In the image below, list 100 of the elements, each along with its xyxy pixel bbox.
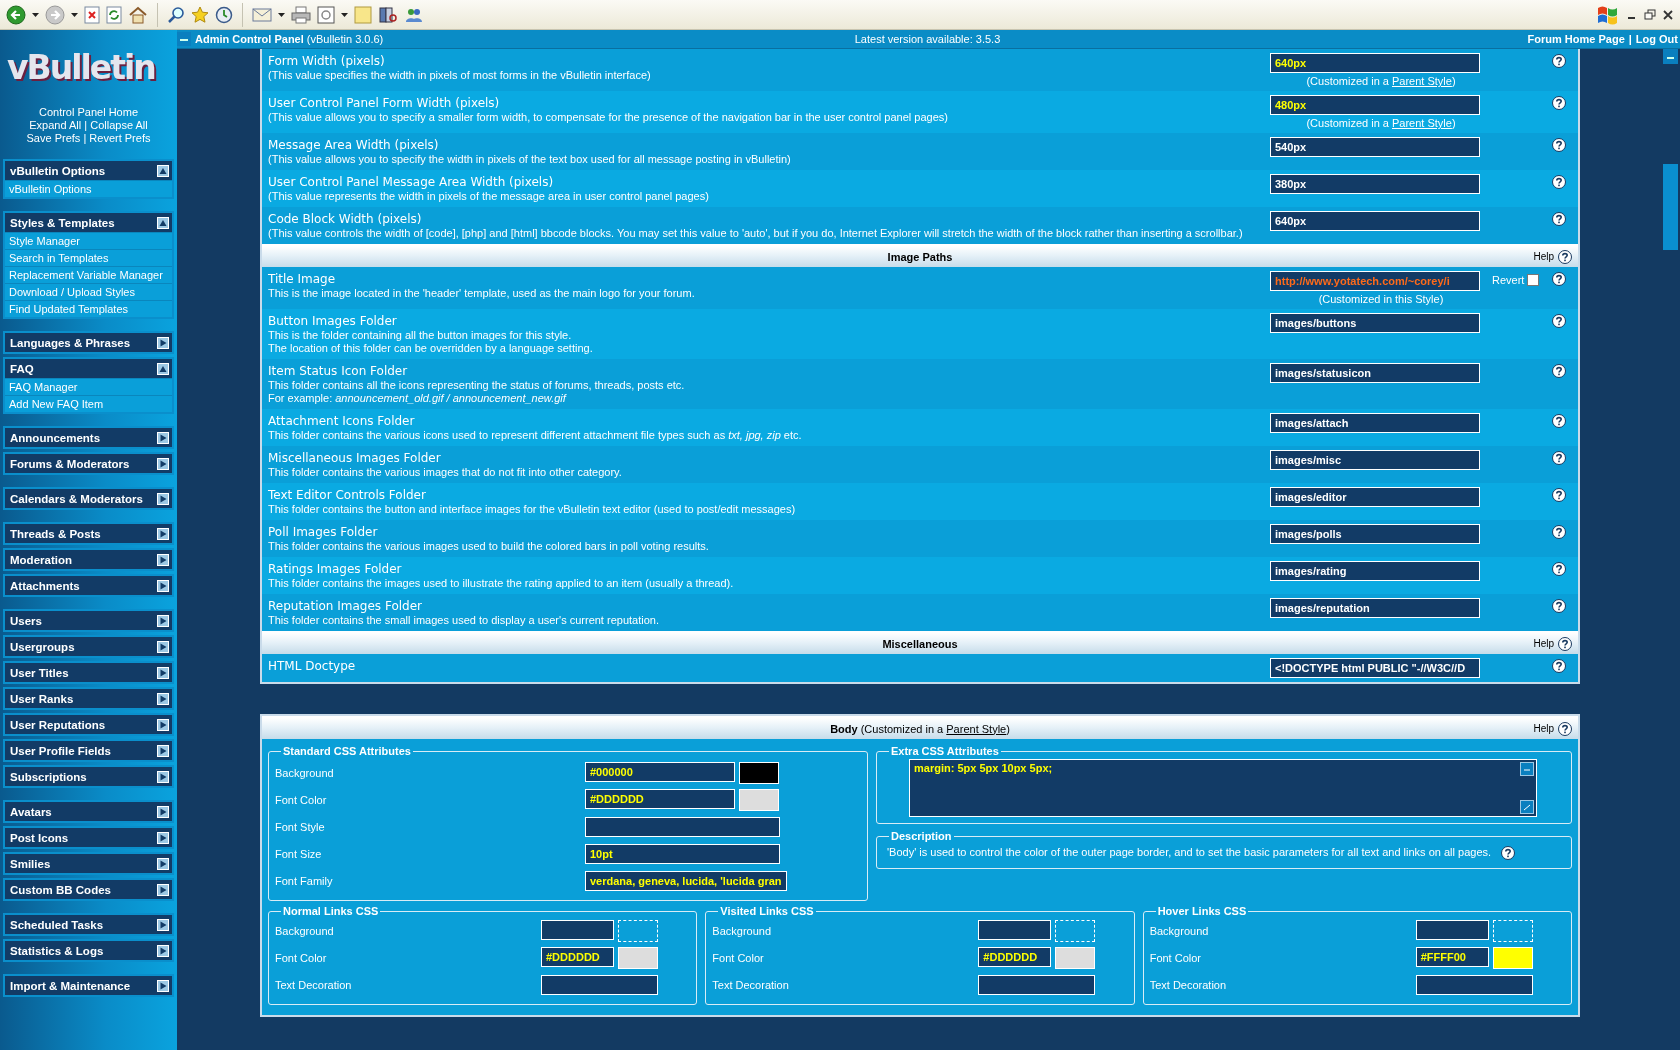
help-icon[interactable] <box>1552 96 1566 110</box>
sidebar-link[interactable]: Expand All <box>29 119 82 131</box>
input-field[interactable]: 380px <box>1270 174 1480 194</box>
scroll-up-icon[interactable] <box>1662 49 1678 64</box>
expand-arrow-icon[interactable] <box>157 692 169 705</box>
expand-arrow-icon[interactable] <box>157 640 169 653</box>
sidebar-group-header[interactable]: User Titles <box>5 663 172 682</box>
printer-icon[interactable] <box>291 5 311 24</box>
collapse-arrow-icon[interactable] <box>157 362 169 375</box>
sidebar-group-header[interactable]: Users <box>5 611 172 630</box>
collapse-arrow-icon[interactable] <box>157 164 169 177</box>
sidebar-group-header[interactable]: FAQ <box>5 359 172 378</box>
sidebar-group-header[interactable]: Usergroups <box>5 637 172 656</box>
input-field[interactable]: #DDDDDD <box>541 946 614 967</box>
parent-style-link[interactable]: Parent Style <box>946 722 1007 735</box>
expand-arrow-icon[interactable] <box>157 918 169 931</box>
close-icon[interactable] <box>1662 8 1674 21</box>
sidebar-group-header[interactable]: Subscriptions <box>5 767 172 786</box>
help-link[interactable]: Help <box>1533 638 1554 649</box>
input-field[interactable]: 540px <box>1270 137 1480 157</box>
expand-arrow-icon[interactable] <box>157 492 169 505</box>
sidebar-group-header[interactable]: Statistics & Logs <box>5 941 172 960</box>
sidebar-group-header[interactable]: Import & Maintenance <box>5 976 172 995</box>
scrollbar-thumb[interactable] <box>1662 164 1678 250</box>
color-swatch[interactable] <box>1055 919 1096 942</box>
input-field[interactable]: images/buttons <box>1270 313 1480 333</box>
book-icon[interactable] <box>378 5 398 24</box>
sidebar-group-header[interactable]: Styles & Templates <box>5 213 172 232</box>
input-field[interactable]: images/statusicon <box>1270 363 1480 383</box>
help-icon[interactable] <box>1552 451 1566 465</box>
input-field[interactable]: <!DOCTYPE html PUBLIC "-//W3C//D <box>1270 658 1480 678</box>
help-icon[interactable] <box>1552 525 1566 539</box>
home-icon[interactable] <box>128 5 148 24</box>
scrollbar[interactable] <box>1660 49 1680 1050</box>
sidebar-group-header[interactable]: Scheduled Tasks <box>5 915 172 934</box>
sidebar-group-header[interactable]: Forums & Moderators <box>5 454 172 473</box>
expand-arrow-icon[interactable] <box>157 718 169 731</box>
search-icon[interactable] <box>167 5 185 24</box>
expand-arrow-icon[interactable] <box>157 666 169 679</box>
caret-icon[interactable] <box>278 12 285 17</box>
color-swatch[interactable] <box>739 761 779 784</box>
sidebar-group-header[interactable]: Moderation <box>5 550 172 569</box>
input-field[interactable]: verdana, geneva, lucida, 'lucida gran <box>585 870 787 891</box>
help-link[interactable]: Help <box>1533 251 1554 262</box>
caret-icon[interactable] <box>32 12 39 17</box>
envelope-icon[interactable] <box>252 6 272 23</box>
expand-arrow-icon[interactable] <box>157 805 169 818</box>
sidebar-group-header[interactable]: Attachments <box>5 576 172 595</box>
help-icon[interactable] <box>1552 314 1566 328</box>
sidebar-group-header[interactable]: User Profile Fields <box>5 741 172 760</box>
input-field[interactable] <box>541 974 658 995</box>
input-field[interactable]: images/rating <box>1270 561 1480 581</box>
input-field[interactable] <box>585 816 780 837</box>
help-icon[interactable] <box>1552 212 1566 226</box>
sidebar-group-header[interactable]: Calendars & Moderators <box>5 489 172 508</box>
star-icon[interactable] <box>191 5 209 24</box>
header-link[interactable]: Forum Home Page <box>1527 33 1625 45</box>
caret-icon[interactable] <box>71 12 78 17</box>
refresh-icon[interactable] <box>106 5 122 24</box>
sidebar-group-header[interactable]: Avatars <box>5 802 172 821</box>
expand-arrow-icon[interactable] <box>157 614 169 627</box>
help-icon[interactable] <box>1552 599 1566 613</box>
help-icon[interactable] <box>1552 175 1566 189</box>
sidebar-group-header[interactable]: Announcements <box>5 428 172 447</box>
input-field[interactable] <box>978 974 1096 995</box>
input-field[interactable]: #FFFF00 <box>1415 946 1489 967</box>
expand-arrow-icon[interactable] <box>157 944 169 957</box>
input-field[interactable]: #DDDDDD <box>585 788 735 809</box>
color-swatch[interactable] <box>618 946 658 969</box>
expand-arrow-icon[interactable] <box>157 883 169 896</box>
help-icon[interactable] <box>1501 846 1516 860</box>
help-icon[interactable] <box>1552 659 1566 673</box>
color-swatch[interactable] <box>618 919 658 942</box>
sidebar-group-header[interactable]: vBulletin Options <box>5 161 172 180</box>
expand-arrow-icon[interactable] <box>157 457 169 470</box>
input-field[interactable] <box>1415 974 1533 995</box>
input-field[interactable]: 640px <box>1270 211 1480 231</box>
expand-arrow-icon[interactable] <box>157 744 169 757</box>
help-link[interactable]: Help <box>1533 723 1554 734</box>
input-field[interactable] <box>1415 919 1489 940</box>
input-field[interactable]: #DDDDDD <box>978 946 1052 967</box>
input-field[interactable] <box>541 919 614 940</box>
input-field[interactable]: images/attach <box>1270 413 1480 433</box>
expand-arrow-icon[interactable] <box>157 527 169 540</box>
sidebar-group-header[interactable]: User Reputations <box>5 715 172 734</box>
sidebar-group-header[interactable]: Languages & Phrases <box>5 333 172 352</box>
color-swatch[interactable] <box>739 788 779 811</box>
input-field[interactable]: #000000 <box>585 761 735 782</box>
color-swatch[interactable] <box>1055 946 1096 969</box>
input-field[interactable]: images/polls <box>1270 524 1480 544</box>
logo[interactable]: vBulletin <box>7 40 155 96</box>
expand-arrow-icon[interactable] <box>157 831 169 844</box>
expand-arrow-icon[interactable] <box>157 431 169 444</box>
input-field[interactable]: http://www.yotatech.com/~corey/i <box>1270 271 1480 291</box>
expand-arrow-icon[interactable] <box>157 579 169 592</box>
frame-icon[interactable] <box>317 5 335 24</box>
help-icon[interactable] <box>1552 414 1566 428</box>
expand-arrow-icon[interactable] <box>157 770 169 783</box>
input-field[interactable]: images/reputation <box>1270 598 1480 618</box>
stop-icon[interactable] <box>84 5 100 24</box>
